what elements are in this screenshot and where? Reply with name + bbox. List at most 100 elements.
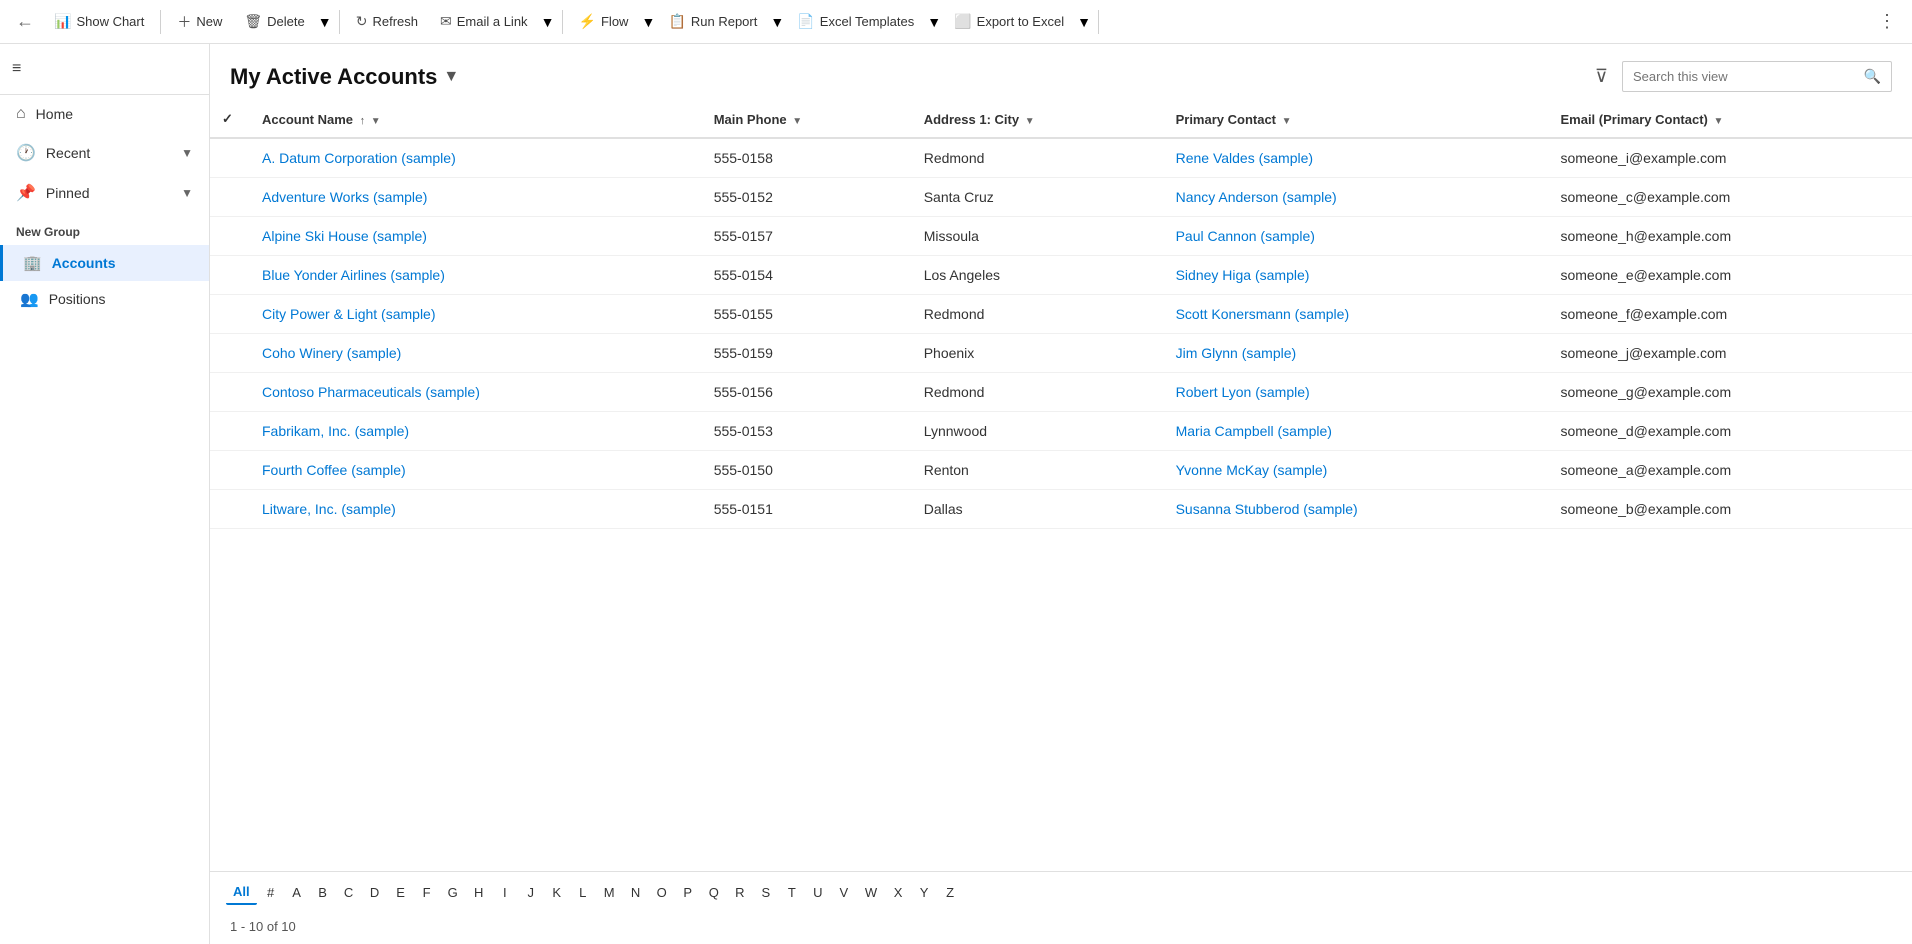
alpha-item-r[interactable]: R xyxy=(728,881,752,904)
alpha-item-o[interactable]: O xyxy=(650,881,674,904)
cell-name-6[interactable]: Contoso Pharmaceuticals (sample) xyxy=(250,373,702,412)
export-excel-button[interactable]: ⬜ Export to Excel xyxy=(944,7,1074,36)
cell-name-0[interactable]: A. Datum Corporation (sample) xyxy=(250,138,702,178)
table-row[interactable]: City Power & Light (sample) 555-0155 Red… xyxy=(210,295,1912,334)
excel-templates-button[interactable]: 📄 Excel Templates xyxy=(787,7,924,36)
alpha-item-s[interactable]: S xyxy=(754,881,778,904)
cell-name-7[interactable]: Fabrikam, Inc. (sample) xyxy=(250,412,702,451)
alpha-item-z[interactable]: Z xyxy=(938,881,962,904)
alpha-item-f[interactable]: F xyxy=(415,881,439,904)
table-row[interactable]: Litware, Inc. (sample) 555-0151 Dallas S… xyxy=(210,490,1912,529)
sidebar-item-home[interactable]: ⌂ Home xyxy=(0,95,209,133)
export-dropdown[interactable]: ▼ xyxy=(1076,8,1092,36)
cell-contact-6[interactable]: Robert Lyon (sample) xyxy=(1164,373,1549,412)
hamburger-menu-button[interactable]: ≡ xyxy=(4,52,29,86)
alpha-item-g[interactable]: G xyxy=(441,881,465,904)
sidebar-item-recent[interactable]: 🕐 Recent ▼ xyxy=(0,133,209,173)
show-chart-button[interactable]: 📊 Show Chart xyxy=(44,7,154,36)
sidebar-item-accounts[interactable]: 🏢 Accounts xyxy=(0,245,209,281)
cell-name-9[interactable]: Litware, Inc. (sample) xyxy=(250,490,702,529)
run-report-button[interactable]: 📋 Run Report xyxy=(658,7,767,36)
alpha-item-u[interactable]: U xyxy=(806,881,830,904)
alpha-item-v[interactable]: V xyxy=(832,881,856,904)
cell-contact-5[interactable]: Jim Glynn (sample) xyxy=(1164,334,1549,373)
row-checkbox-5[interactable] xyxy=(210,334,250,373)
cell-contact-8[interactable]: Yvonne McKay (sample) xyxy=(1164,451,1549,490)
alpha-item-d[interactable]: D xyxy=(363,881,387,904)
row-checkbox-8[interactable] xyxy=(210,451,250,490)
table-row[interactable]: Coho Winery (sample) 555-0159 Phoenix Ji… xyxy=(210,334,1912,373)
table-row[interactable]: Blue Yonder Airlines (sample) 555-0154 L… xyxy=(210,256,1912,295)
table-row[interactable]: Adventure Works (sample) 555-0152 Santa … xyxy=(210,178,1912,217)
view-title-dropdown-icon[interactable]: ▼ xyxy=(443,68,459,86)
cell-name-1[interactable]: Adventure Works (sample) xyxy=(250,178,702,217)
cell-name-4[interactable]: City Power & Light (sample) xyxy=(250,295,702,334)
new-button[interactable]: ＋ New xyxy=(167,6,232,38)
cell-name-3[interactable]: Blue Yonder Airlines (sample) xyxy=(250,256,702,295)
alpha-item-n[interactable]: N xyxy=(624,881,648,904)
cell-contact-4[interactable]: Scott Konersmann (sample) xyxy=(1164,295,1549,334)
email-dropdown[interactable]: ▼ xyxy=(540,8,556,36)
search-input[interactable] xyxy=(1623,63,1854,90)
col-header-city[interactable]: Address 1: City ▼ xyxy=(912,101,1164,138)
col-header-contact[interactable]: Primary Contact ▼ xyxy=(1164,101,1549,138)
col-header-name[interactable]: Account Name ↑ ▼ xyxy=(250,101,702,138)
filter-button[interactable]: ⊽ xyxy=(1589,60,1614,93)
email-link-button[interactable]: ✉ Email a Link xyxy=(430,7,538,36)
flow-button[interactable]: ⚡ Flow xyxy=(569,7,639,36)
row-checkbox-6[interactable] xyxy=(210,373,250,412)
sidebar-item-pinned[interactable]: 📌 Pinned ▼ xyxy=(0,173,209,213)
row-checkbox-4[interactable] xyxy=(210,295,250,334)
alpha-item-a[interactable]: A xyxy=(285,881,309,904)
flow-dropdown[interactable]: ▼ xyxy=(640,8,656,36)
alpha-item-x[interactable]: X xyxy=(886,881,910,904)
row-checkbox-2[interactable] xyxy=(210,217,250,256)
excel-templates-dropdown[interactable]: ▼ xyxy=(926,8,942,36)
alpha-item-#[interactable]: # xyxy=(259,881,283,904)
alpha-item-j[interactable]: J xyxy=(519,881,543,904)
table-row[interactable]: Fourth Coffee (sample) 555-0150 Renton Y… xyxy=(210,451,1912,490)
delete-button[interactable]: 🗑 Delete xyxy=(234,7,314,36)
table-row[interactable]: Alpine Ski House (sample) 555-0157 Misso… xyxy=(210,217,1912,256)
alpha-item-c[interactable]: C xyxy=(337,881,361,904)
alpha-item-all[interactable]: All xyxy=(226,880,257,905)
search-button[interactable]: 🔍 xyxy=(1854,62,1891,91)
col-header-phone[interactable]: Main Phone ▼ xyxy=(702,101,912,138)
cell-name-5[interactable]: Coho Winery (sample) xyxy=(250,334,702,373)
table-row[interactable]: Fabrikam, Inc. (sample) 555-0153 Lynnwoo… xyxy=(210,412,1912,451)
cell-contact-1[interactable]: Nancy Anderson (sample) xyxy=(1164,178,1549,217)
back-button[interactable]: ← xyxy=(8,7,42,36)
more-options-button[interactable]: ⋮ xyxy=(1870,7,1904,36)
row-checkbox-3[interactable] xyxy=(210,256,250,295)
alpha-item-q[interactable]: Q xyxy=(702,881,726,904)
alpha-item-t[interactable]: T xyxy=(780,881,804,904)
table-row[interactable]: Contoso Pharmaceuticals (sample) 555-015… xyxy=(210,373,1912,412)
cell-contact-7[interactable]: Maria Campbell (sample) xyxy=(1164,412,1549,451)
cell-name-2[interactable]: Alpine Ski House (sample) xyxy=(250,217,702,256)
cell-contact-2[interactable]: Paul Cannon (sample) xyxy=(1164,217,1549,256)
cell-name-8[interactable]: Fourth Coffee (sample) xyxy=(250,451,702,490)
cell-contact-9[interactable]: Susanna Stubberod (sample) xyxy=(1164,490,1549,529)
col-header-email[interactable]: Email (Primary Contact) ▼ xyxy=(1548,101,1912,138)
run-report-dropdown[interactable]: ▼ xyxy=(769,8,785,36)
cell-contact-0[interactable]: Rene Valdes (sample) xyxy=(1164,138,1549,178)
delete-dropdown[interactable]: ▼ xyxy=(317,8,333,36)
alpha-item-l[interactable]: L xyxy=(571,881,595,904)
alpha-item-w[interactable]: W xyxy=(858,881,884,904)
alpha-item-b[interactable]: B xyxy=(311,881,335,904)
alpha-item-h[interactable]: H xyxy=(467,881,491,904)
alpha-item-y[interactable]: Y xyxy=(912,881,936,904)
alpha-item-k[interactable]: K xyxy=(545,881,569,904)
row-checkbox-0[interactable] xyxy=(210,138,250,178)
refresh-button[interactable]: ↻ Refresh xyxy=(346,7,428,36)
alpha-item-p[interactable]: P xyxy=(676,881,700,904)
alpha-item-m[interactable]: M xyxy=(597,881,622,904)
row-checkbox-9[interactable] xyxy=(210,490,250,529)
table-row[interactable]: A. Datum Corporation (sample) 555-0158 R… xyxy=(210,138,1912,178)
alpha-item-i[interactable]: I xyxy=(493,881,517,904)
sidebar-item-positions[interactable]: 👥 Positions xyxy=(0,281,209,317)
cell-contact-3[interactable]: Sidney Higa (sample) xyxy=(1164,256,1549,295)
select-all-header[interactable]: ✓ xyxy=(210,101,250,138)
row-checkbox-1[interactable] xyxy=(210,178,250,217)
alpha-item-e[interactable]: E xyxy=(389,881,413,904)
